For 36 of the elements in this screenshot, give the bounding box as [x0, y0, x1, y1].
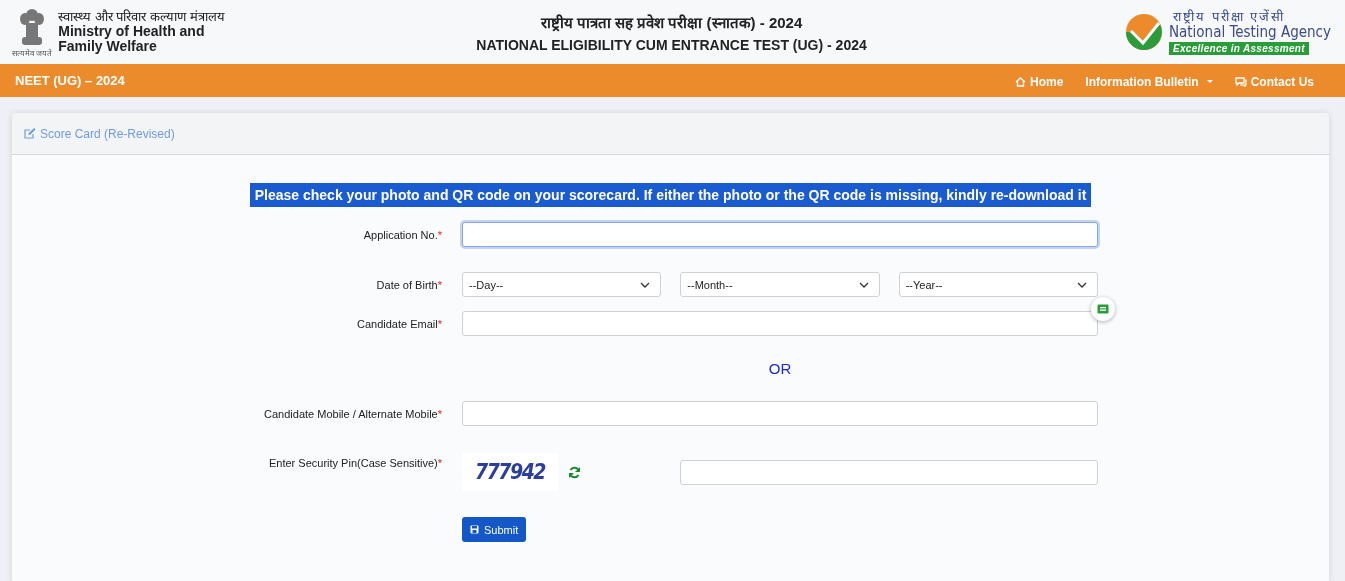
agency-tagline: Excellence in Assessment [1168, 41, 1309, 55]
check-circle-logo-icon [1124, 13, 1163, 51]
field-label: Candidate Mobile / Alternate Mobile* [263, 407, 442, 420]
field-label: Date of Birth* [375, 278, 442, 291]
field-label: Enter Security Pin(Case Sensitive)* [268, 456, 442, 469]
id-card-icon [1097, 304, 1109, 314]
select-dropdown[interactable]: --Year-- [898, 272, 1098, 297]
chevron-down-icon [1077, 281, 1087, 288]
or-divider-text: OR [767, 360, 793, 377]
exam-title: NATIONAL ELIGIBILITY CUM ENTRANCE TEST (UG) - 2024 [476, 36, 867, 55]
floating-widget-button[interactable] [1091, 297, 1115, 321]
agency-hindi-name: राष्ट्रीय परीक्षा एजेंसी [1171, 9, 1286, 24]
refresh-icon[interactable] [568, 465, 581, 479]
submit-button[interactable]: Submit [462, 517, 527, 542]
chevron-down-icon [640, 281, 651, 288]
notice-banner: Please check your photo and QR code on your scorecard. If either the photo or the QR code is missing, kindly re-download it [249, 183, 1092, 207]
field-label: Application No.* [362, 228, 442, 241]
captcha-code: 777942 [462, 453, 558, 491]
ministry-name: Ministry of Health and Family Welfare [58, 24, 206, 54]
field-label: Candidate Email* [356, 317, 442, 330]
text-input[interactable] [462, 222, 1098, 247]
chat-icon [1234, 76, 1247, 87]
save-icon [470, 525, 479, 534]
text-input[interactable] [462, 311, 1098, 336]
card-title: Score Card (Re-Revised) [40, 126, 175, 141]
edit-icon [24, 128, 36, 139]
chevron-down-icon [858, 281, 869, 288]
exam-title-hindi: राष्ट्रीय पात्रता सह प्रवेश परीक्षा (स्नातक) - 2024 [539, 13, 804, 33]
select-dropdown[interactable]: --Day-- [462, 272, 662, 297]
select-dropdown[interactable]: --Month-- [680, 272, 880, 297]
ministry-hindi-name: स्वास्थ्य और परिवार कल्याण मंत्रालय [58, 10, 226, 24]
captcha-input[interactable] [680, 459, 1098, 485]
text-input[interactable] [462, 401, 1098, 426]
agency-name: National Testing Agency [1168, 23, 1331, 41]
home-icon [1015, 76, 1026, 87]
motto-text: सत्यमेव जयते [12, 48, 53, 58]
